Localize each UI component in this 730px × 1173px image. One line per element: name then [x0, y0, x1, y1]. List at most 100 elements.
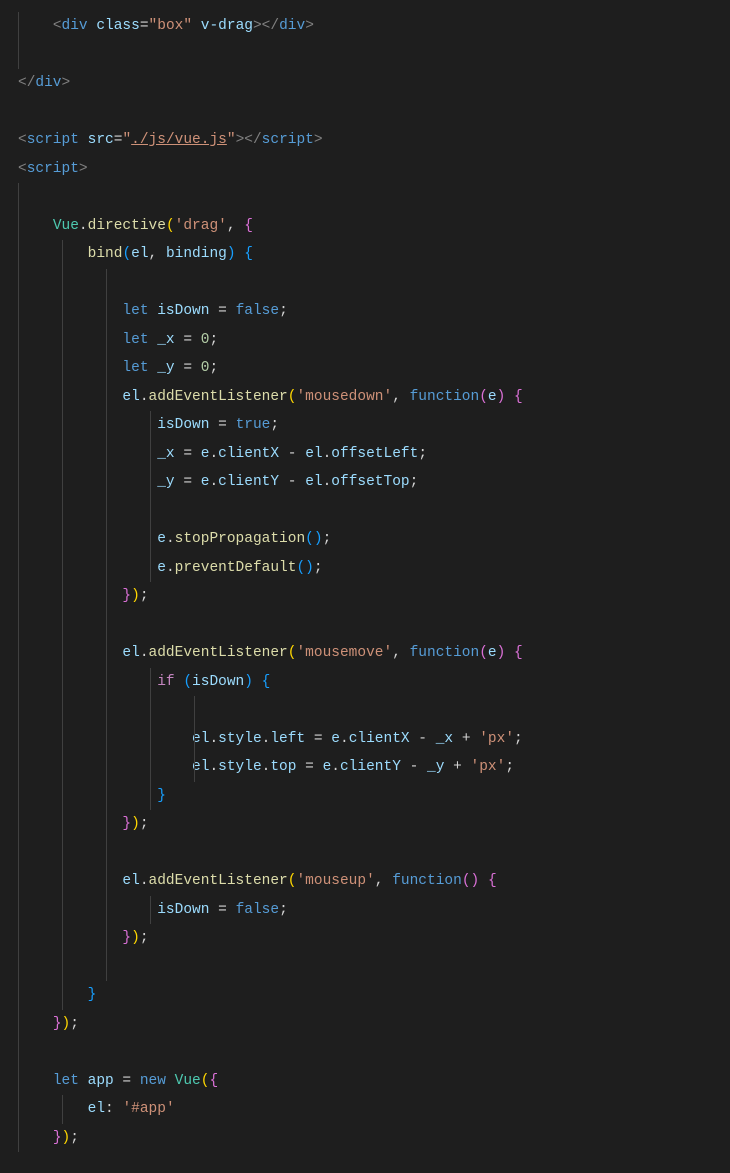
code-line[interactable] — [18, 269, 730, 298]
indent-guide — [62, 639, 63, 668]
code-line[interactable]: _y = e.clientY - el.offsetTop; — [18, 468, 730, 497]
code-line[interactable] — [18, 183, 730, 212]
code-line[interactable]: isDown = true; — [18, 411, 730, 440]
token — [149, 332, 158, 348]
token: . — [323, 474, 332, 490]
code-line[interactable]: </div> — [18, 69, 730, 98]
code-line[interactable]: e.preventDefault(); — [18, 554, 730, 583]
indent-guide — [106, 810, 107, 839]
token: { — [244, 246, 253, 262]
token: Vue — [53, 218, 79, 234]
code-line[interactable]: el.addEventListener('mousedown', functio… — [18, 383, 730, 412]
token: bind — [88, 246, 123, 262]
code-line[interactable]: el: '#app' — [18, 1095, 730, 1124]
code-line[interactable]: let app = new Vue({ — [18, 1067, 730, 1096]
token: ) — [62, 1016, 71, 1032]
code-line[interactable]: bind(el, binding) { — [18, 240, 730, 269]
code-line[interactable]: Vue.directive('drag', { — [18, 212, 730, 241]
token — [236, 246, 245, 262]
code-line[interactable] — [18, 696, 730, 725]
indent-guide — [18, 212, 19, 241]
code-line[interactable]: } — [18, 981, 730, 1010]
indent-guide — [194, 753, 195, 782]
code-line[interactable]: isDown = false; — [18, 896, 730, 925]
code-line[interactable]: el.addEventListener('mouseup', function(… — [18, 867, 730, 896]
code-line[interactable]: let _y = 0; — [18, 354, 730, 383]
code-line[interactable]: }); — [18, 924, 730, 953]
token: el — [131, 246, 148, 262]
code-line[interactable]: let _x = 0; — [18, 326, 730, 355]
token: ; — [505, 759, 514, 775]
code-editor[interactable]: <div class="box" v-drag></div> </div> <s… — [0, 0, 730, 1164]
indent-guide — [18, 782, 19, 811]
indent-guide — [18, 1038, 19, 1067]
indent — [18, 987, 88, 1003]
token: , — [392, 389, 409, 405]
code-line[interactable]: <div class="box" v-drag></div> — [18, 12, 730, 41]
code-line[interactable] — [18, 611, 730, 640]
code-line[interactable]: <script src="./js/vue.js"></script> — [18, 126, 730, 155]
token: . — [79, 218, 88, 234]
token: ) — [131, 930, 140, 946]
token: function — [410, 645, 480, 661]
code-line[interactable]: }); — [18, 810, 730, 839]
token — [505, 645, 514, 661]
token: addEventListener — [149, 645, 288, 661]
token: , — [149, 246, 166, 262]
indent-guide — [150, 782, 151, 811]
indent — [18, 18, 53, 34]
code-line[interactable]: }); — [18, 1124, 730, 1153]
indent — [18, 446, 157, 462]
indent-guide — [62, 696, 63, 725]
indent — [18, 1016, 53, 1032]
token: script — [27, 161, 79, 177]
token: = — [209, 303, 235, 319]
code-line[interactable]: el.addEventListener('mousemove', functio… — [18, 639, 730, 668]
token: ./js/vue.js — [131, 132, 227, 148]
code-line[interactable]: _x = e.clientX - el.offsetLeft; — [18, 440, 730, 469]
code-line[interactable] — [18, 1038, 730, 1067]
token: let — [122, 332, 148, 348]
indent — [18, 246, 88, 262]
code-line[interactable]: }); — [18, 1010, 730, 1039]
token: ; — [70, 1016, 79, 1032]
code-line[interactable]: if (isDown) { — [18, 668, 730, 697]
code-line[interactable]: }); — [18, 582, 730, 611]
token: src — [88, 132, 114, 148]
code-line[interactable] — [18, 953, 730, 982]
code-line[interactable]: el.style.top = e.clientY - _y + 'px'; — [18, 753, 730, 782]
token: = — [209, 417, 235, 433]
code-line[interactable] — [18, 98, 730, 127]
token: + — [444, 759, 470, 775]
code-line[interactable]: <script> — [18, 155, 730, 184]
indent-guide — [18, 440, 19, 469]
code-line[interactable] — [18, 41, 730, 70]
token: function — [410, 389, 480, 405]
code-line[interactable]: el.style.left = e.clientX - _x + 'px'; — [18, 725, 730, 754]
indent-guide — [62, 867, 63, 896]
token — [149, 303, 158, 319]
token: ) — [131, 588, 140, 604]
token: () — [462, 873, 479, 889]
token: > — [79, 161, 88, 177]
code-line[interactable]: let isDown = false; — [18, 297, 730, 326]
indent — [18, 560, 157, 576]
code-line[interactable] — [18, 497, 730, 526]
token: clientY — [340, 759, 401, 775]
token: 'px' — [479, 731, 514, 747]
token: . — [209, 731, 218, 747]
token: . — [209, 446, 218, 462]
token: , — [375, 873, 392, 889]
token: false — [236, 902, 280, 918]
code-line[interactable]: e.stopPropagation(); — [18, 525, 730, 554]
indent-guide — [18, 896, 19, 925]
code-line[interactable]: } — [18, 782, 730, 811]
token: ; — [418, 446, 427, 462]
token: </ — [18, 75, 35, 91]
token: left — [270, 731, 305, 747]
token: { — [262, 674, 271, 690]
indent-guide — [62, 269, 63, 298]
token: : — [105, 1101, 122, 1117]
code-line[interactable] — [18, 839, 730, 868]
indent-guide — [18, 867, 19, 896]
